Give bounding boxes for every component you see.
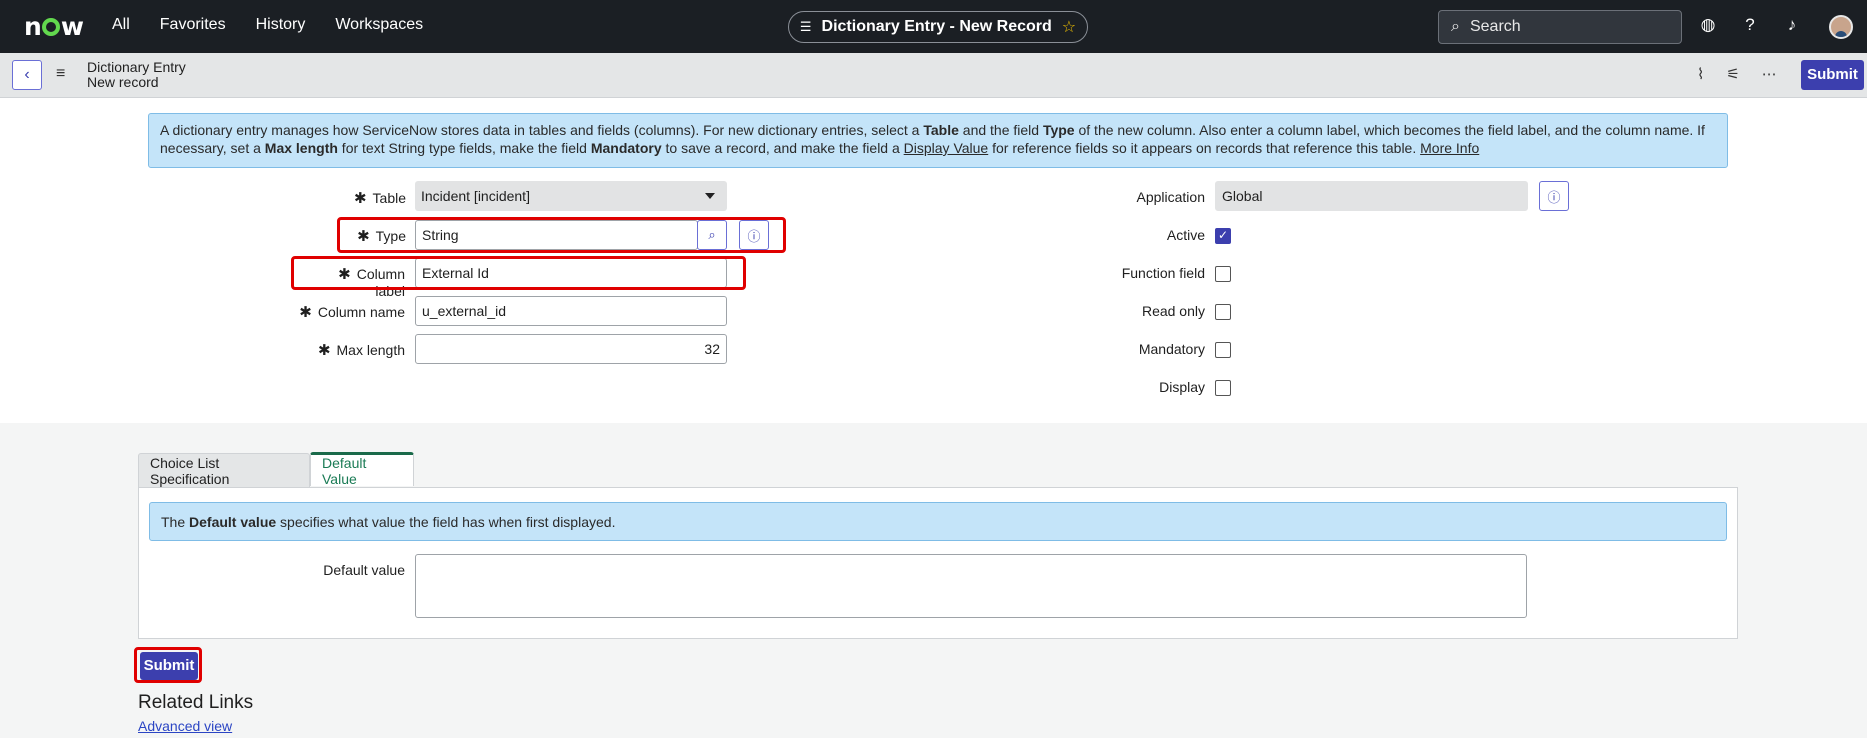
search-placeholder: Search — [1469, 18, 1521, 35]
nav-links: All Favorites History Workspaces — [112, 16, 423, 34]
bell-icon[interactable]: ♪ — [1782, 15, 1802, 35]
required-icon: ✱ — [353, 190, 367, 207]
info-icon: ⓘ — [747, 228, 761, 244]
top-navigation: nw All Favorites History Workspaces ☰ Di… — [0, 0, 1867, 53]
advanced-view-link[interactable]: Advanced view — [138, 718, 232, 734]
help-icon[interactable]: ? — [1740, 15, 1760, 35]
global-search[interactable]: ⌕ Search — [1438, 10, 1682, 44]
more-icon[interactable]: ⋯ — [1762, 65, 1777, 83]
column-label-field[interactable]: External Id — [415, 258, 727, 288]
info-bold: Type — [1042, 122, 1075, 138]
search-icon: ⌕ — [708, 227, 716, 242]
dv-info-text: The — [161, 513, 186, 530]
header-icons: ⌇ ⚟ ⋯ — [1697, 65, 1777, 83]
read-only-label: Read only — [1141, 303, 1205, 319]
function-field-checkbox[interactable] — [1215, 266, 1231, 282]
menu-icon: ☰ — [799, 19, 812, 34]
attachment-icon[interactable]: ⌇ — [1697, 65, 1704, 83]
dv-info-bold: Default value — [189, 513, 277, 530]
form-title-sub: New record — [87, 74, 159, 90]
nav-workspaces[interactable]: Workspaces — [335, 16, 423, 34]
column-name-field[interactable]: u_external_id — [415, 296, 727, 326]
default-value-info: The Default value specifies what value t… — [149, 502, 1727, 541]
required-icon: ✱ — [338, 266, 351, 283]
max-length-value: 32 — [704, 341, 720, 357]
info-text: for reference fields so it appears on re… — [988, 140, 1421, 156]
type-value: String — [422, 227, 459, 243]
display-checkbox[interactable] — [1215, 380, 1231, 396]
type-label-text: Type — [375, 228, 406, 244]
table-label-text: Table — [372, 190, 406, 206]
more-info-link[interactable]: More Info — [1420, 140, 1479, 156]
dv-info-text: specifies what value the field has when … — [280, 513, 616, 530]
reference-info-button[interactable]: ⓘ — [739, 220, 769, 250]
info-text: for text String type fields, make the fi… — [337, 140, 591, 156]
form-header: ‹ ≡ Dictionary Entry New record ⌇ ⚟ ⋯ Su… — [0, 53, 1867, 98]
type-field[interactable]: String — [415, 220, 698, 250]
type-label: ✱ Type — [350, 227, 406, 245]
column-label-text: Column label — [356, 266, 405, 299]
favorite-star-icon[interactable]: ☆ — [1062, 17, 1076, 37]
nav-favorites[interactable]: Favorites — [160, 16, 226, 34]
column-name-text: Column name — [317, 304, 405, 320]
mandatory-checkbox[interactable] — [1215, 342, 1231, 358]
column-name-label: ✱ Column name — [295, 303, 405, 321]
info-bold: Max length — [264, 140, 338, 156]
form-menu-icon[interactable]: ≡ — [56, 65, 65, 83]
form-title-main: Dictionary Entry — [87, 59, 186, 75]
settings-sliders-icon[interactable]: ⚟ — [1726, 65, 1739, 83]
active-checkbox[interactable]: ✓ — [1215, 228, 1231, 244]
read-only-checkbox[interactable] — [1215, 304, 1231, 320]
table-select[interactable]: Incident [incident] — [415, 181, 727, 211]
back-button[interactable]: ‹ — [12, 60, 42, 90]
table-value: Incident [incident] — [421, 188, 530, 204]
info-message: A dictionary entry manages how ServiceNo… — [148, 113, 1728, 168]
lookup-search-button[interactable]: ⌕ — [697, 220, 727, 250]
info-text: to save a record, and make the field a — [661, 140, 904, 156]
now-logo[interactable]: nw — [24, 12, 84, 41]
mandatory-label: Mandatory — [1138, 341, 1205, 357]
display-value-link[interactable]: Display Value — [904, 140, 989, 156]
header-submit-button[interactable]: Submit — [1801, 60, 1864, 90]
display-label: Display — [1159, 379, 1205, 395]
submit-button[interactable]: Submit — [140, 652, 198, 680]
nav-history[interactable]: History — [256, 16, 306, 34]
info-text: and the field — [958, 122, 1043, 138]
context-title-pill[interactable]: ☰ Dictionary Entry - New Record ☆ — [788, 11, 1088, 43]
tab-choice-list-specification[interactable]: Choice List Specification — [138, 453, 310, 487]
default-value-label: Default value — [323, 562, 405, 578]
active-label: Active — [1166, 227, 1205, 243]
nav-all[interactable]: All — [112, 16, 130, 34]
max-length-field[interactable]: 32 — [415, 334, 727, 364]
max-length-label: ✱ Max length — [305, 341, 405, 359]
info-text: A dictionary entry manages how ServiceNo… — [160, 122, 924, 138]
avatar[interactable] — [1829, 15, 1853, 39]
column-name-value: u_external_id — [422, 303, 507, 319]
default-value-textarea[interactable] — [415, 554, 1527, 618]
search-icon: ⌕ — [1451, 18, 1460, 35]
context-title: Dictionary Entry - New Record — [821, 18, 1052, 35]
function-field-label: Function field — [1121, 265, 1205, 281]
required-icon: ✱ — [317, 342, 331, 359]
application-info-button[interactable]: ⓘ — [1539, 181, 1569, 211]
related-links-title: Related Links — [138, 692, 254, 713]
info-icon: ⓘ — [1547, 189, 1561, 205]
column-label-value: External Id — [422, 265, 489, 281]
column-label-label: ✱ Column label — [305, 265, 405, 299]
globe-icon[interactable]: ◍ — [1698, 15, 1718, 35]
tab-default-value[interactable]: Default Value — [310, 452, 414, 487]
table-label: ✱ Table — [350, 189, 406, 207]
max-length-text: Max length — [336, 342, 405, 358]
application-value: Global — [1222, 188, 1263, 204]
info-bold: Mandatory — [590, 140, 662, 156]
form-title: Dictionary Entry New record — [87, 60, 186, 90]
top-icons: ◍ ? ♪ — [1698, 15, 1802, 35]
required-icon: ✱ — [357, 228, 370, 245]
application-label: Application — [1136, 189, 1206, 205]
info-bold: Table — [923, 122, 959, 138]
application-field: Global — [1215, 181, 1528, 211]
chevron-down-icon — [705, 193, 715, 199]
required-icon: ✱ — [299, 304, 312, 321]
